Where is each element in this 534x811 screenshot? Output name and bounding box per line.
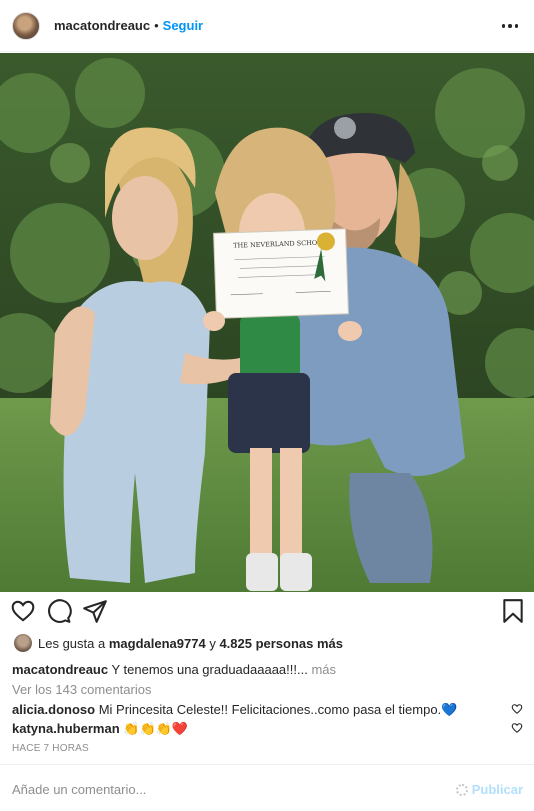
post-caption: macatondreauc Y tenemos una graduadaaaaa… [12, 662, 336, 677]
heart-outline-icon[interactable] [10, 598, 36, 624]
comment-username[interactable]: alicia.donoso [12, 702, 95, 717]
post-username[interactable]: macatondreauc [54, 18, 150, 33]
comment-row: alicia.donoso Mi Princesita Celeste!! Fe… [12, 702, 457, 718]
comment-bubble-icon[interactable] [46, 598, 72, 624]
likes-prefix: Les gusta a [38, 635, 106, 651]
comment-text: Mi Princesita Celeste!! Felicitaciones..… [98, 702, 458, 717]
comment-like-heart-icon[interactable] [511, 703, 523, 715]
caption-more-link[interactable]: más [311, 662, 336, 677]
caption-username[interactable]: macatondreauc [12, 662, 108, 677]
action-bar [0, 598, 534, 630]
user-avatar[interactable] [12, 11, 40, 40]
likes-summary: Les gusta a magdalena9774 y 4.825 person… [14, 634, 343, 652]
comment-text: 👏👏👏❤️ [123, 721, 189, 736]
comment-username[interactable]: katyna.huberman [12, 721, 120, 736]
view-all-comments-link[interactable]: Ver los 143 comentarios [12, 682, 151, 697]
paper-plane-icon[interactable] [82, 598, 108, 624]
liker-avatar[interactable] [14, 634, 32, 652]
liker-username[interactable]: magdalena9774 [109, 636, 206, 651]
publish-button[interactable]: Publicar [455, 782, 523, 797]
comment-bar: Publicar [0, 764, 534, 811]
post-timestamp[interactable]: Hace 7 horas [12, 743, 89, 754]
likes-joiner: y [209, 635, 216, 651]
photo-illustration: THE NEVERLAND SCHOOL [0, 53, 534, 592]
caption-text: Y tenemos una graduadaaaaa!!!... [111, 662, 308, 677]
follow-button[interactable]: Seguir [163, 18, 203, 33]
more-options-icon[interactable] [498, 16, 522, 36]
loading-spinner-icon [455, 783, 468, 796]
post-header: macatondreauc • Seguir [0, 0, 534, 52]
likes-count[interactable]: 4.825 personas más [219, 636, 343, 651]
post-photo[interactable]: THE NEVERLAND SCHOOL [0, 53, 534, 592]
header-separator: • [154, 18, 159, 33]
comment-row: katyna.huberman 👏👏👏❤️ [12, 721, 188, 737]
publish-label: Publicar [471, 782, 523, 797]
bookmark-icon[interactable] [500, 598, 526, 624]
comment-input[interactable] [12, 780, 432, 798]
comment-like-heart-icon[interactable] [511, 722, 523, 734]
